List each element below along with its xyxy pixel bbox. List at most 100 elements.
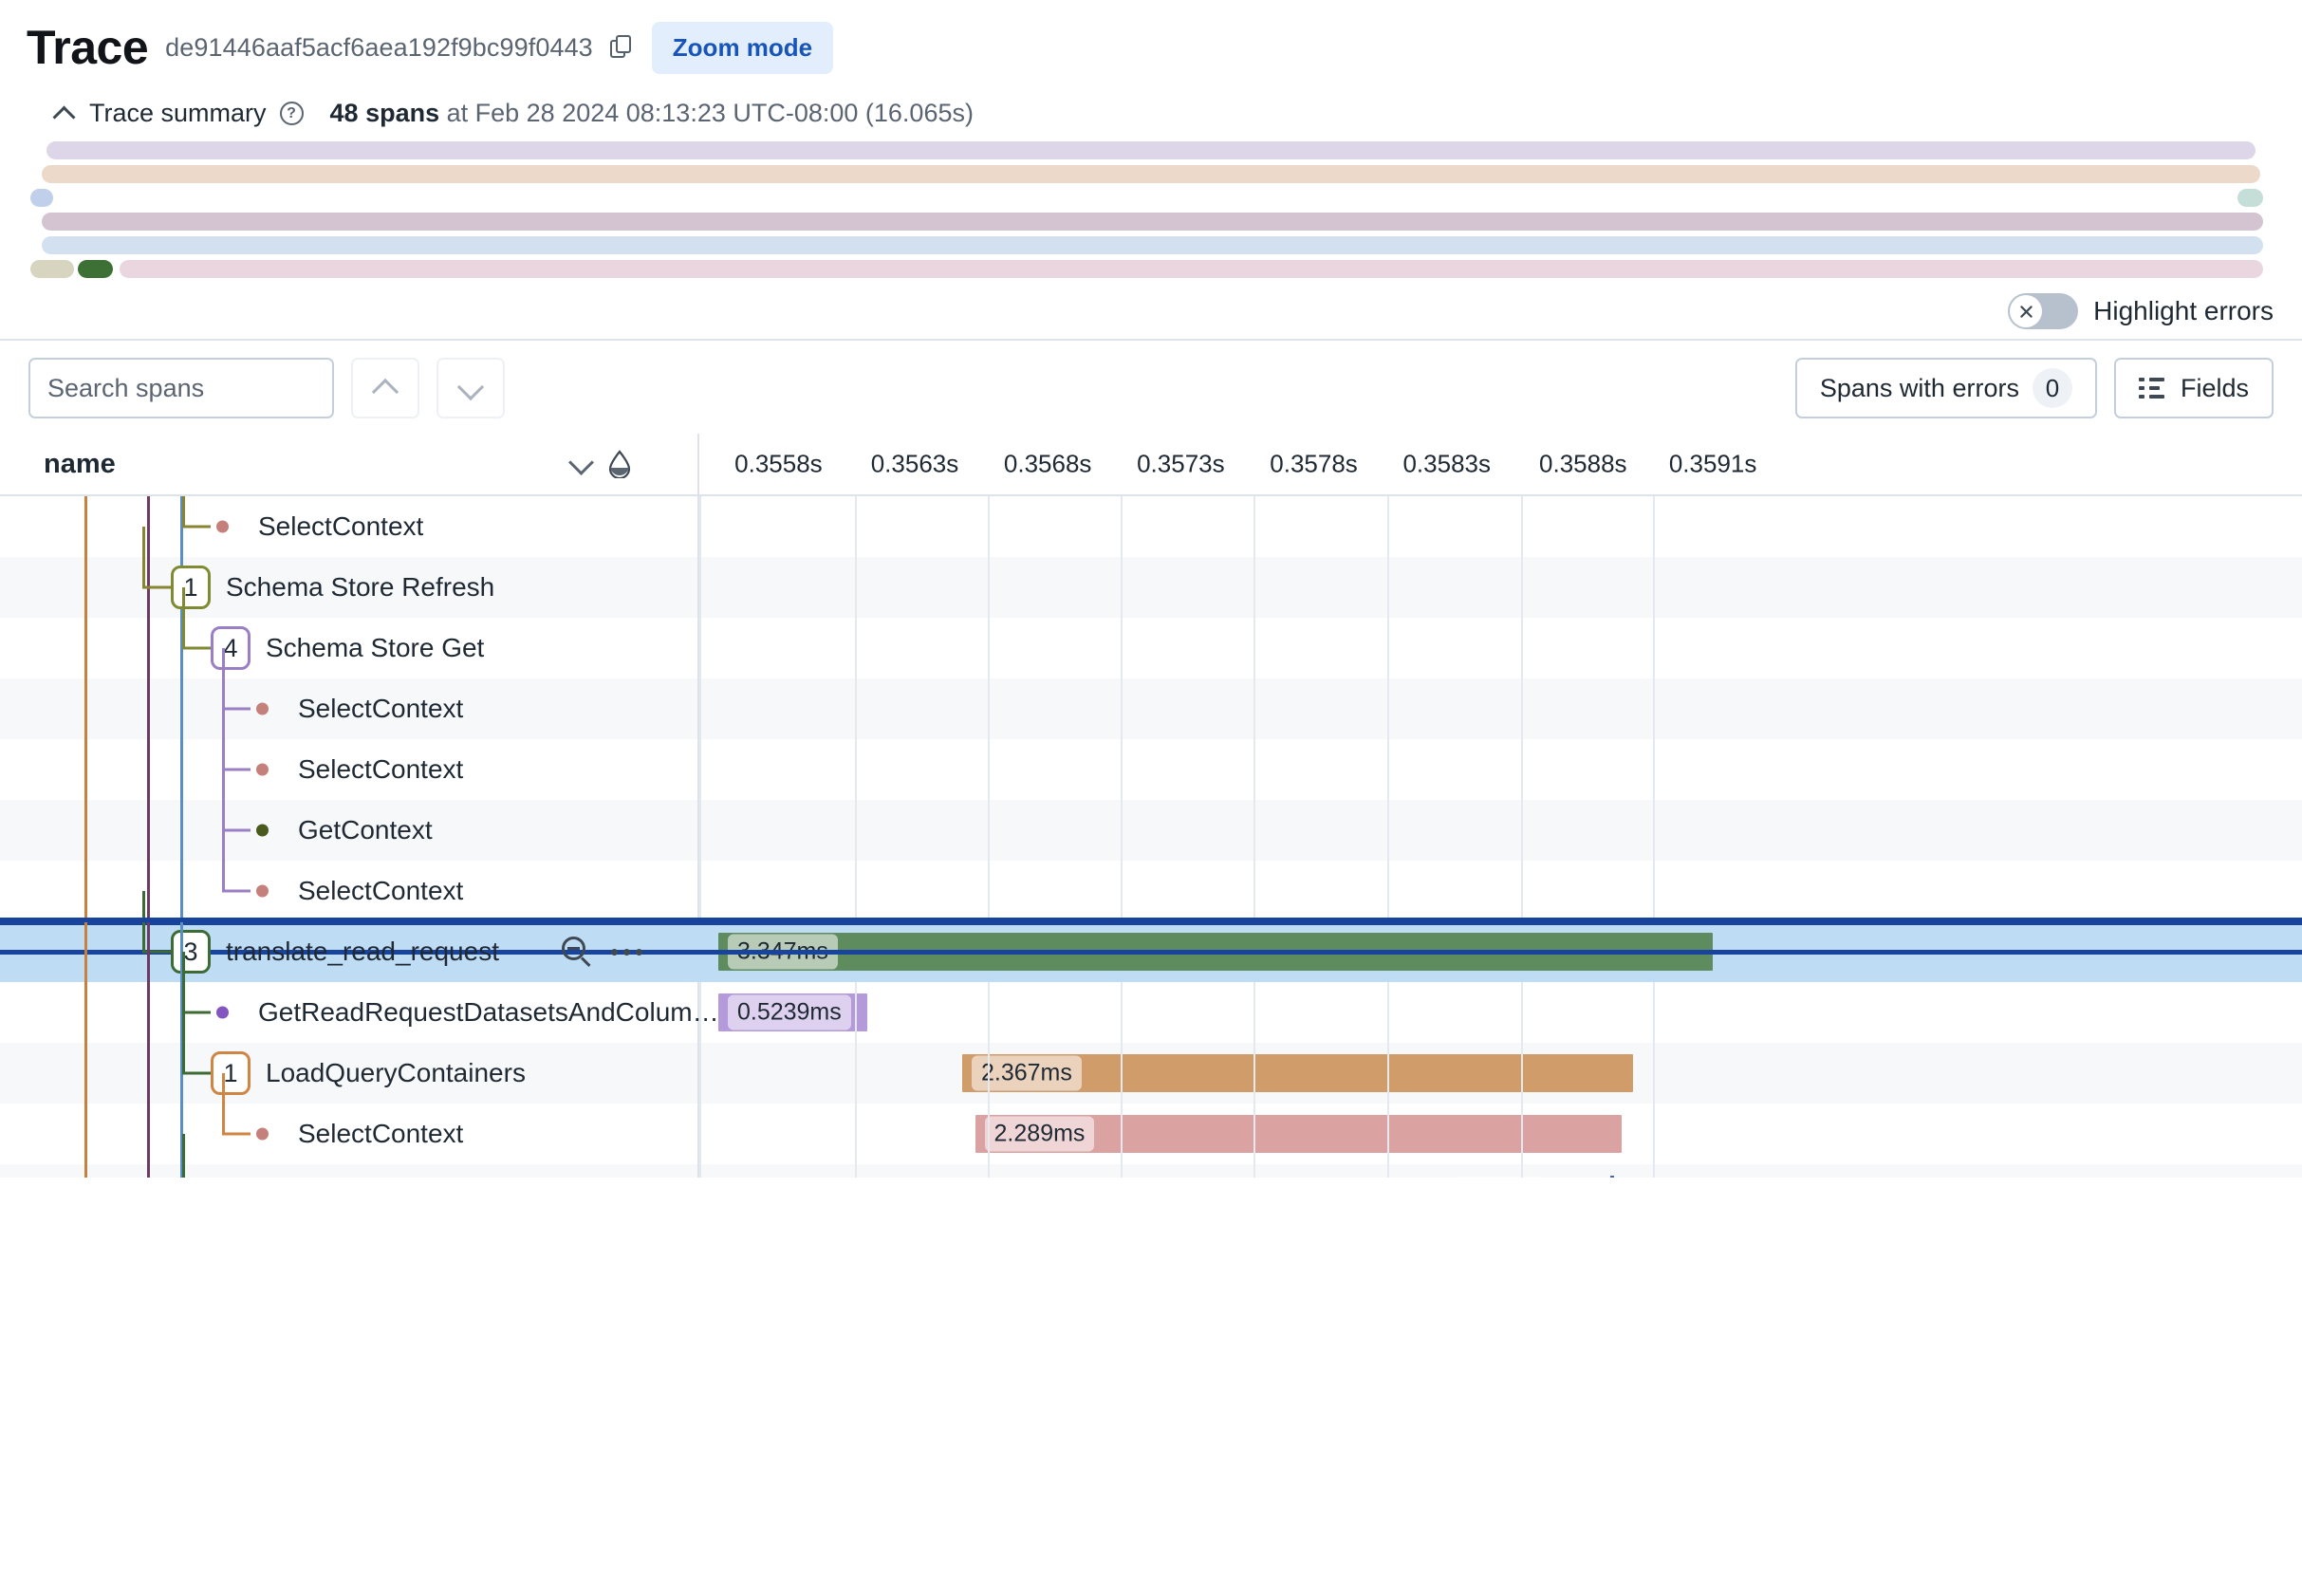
spans-with-errors-button[interactable]: Spans with errors 0: [1794, 358, 2097, 418]
tree-stem: [222, 1073, 225, 1134]
tree-stem: [222, 770, 225, 830]
chevron-up-icon[interactable]: [55, 107, 76, 120]
trace-minimap[interactable]: [0, 141, 2302, 284]
trace-title-row: Trace de91446aaf5acf6aea192f9bc99f0443 Z…: [27, 17, 2275, 78]
span-name-cell[interactable]: SelectContext: [0, 648, 697, 739]
trace-timestamp: at Feb 28 2024 08:13:23 UTC-08:00 (16.06…: [439, 99, 974, 127]
more-options-icon[interactable]: [611, 948, 643, 956]
search-prev-button[interactable]: [351, 358, 419, 418]
minimap-bar[interactable]: [120, 260, 2263, 278]
droplet-half-icon[interactable]: [607, 450, 632, 478]
trace-summary-meta: 48 spans at Feb 28 2024 08:13:23 UTC-08:…: [330, 99, 974, 128]
span-name-label: translate_read_request: [226, 937, 499, 966]
search-next-button[interactable]: [436, 358, 505, 418]
chevron-down-icon: [458, 380, 483, 396]
tree-connector: [222, 1132, 251, 1136]
span-name-cell[interactable]: GetContext: [0, 770, 697, 861]
minimap-bar[interactable]: [78, 260, 113, 278]
tree-connector: [182, 1011, 211, 1014]
highlight-errors-toggle[interactable]: [2008, 293, 2079, 329]
spans-with-errors-label: Spans with errors: [1819, 373, 2019, 402]
timeline-gridline: [1386, 496, 1389, 1178]
minimap-bar[interactable]: [2237, 189, 2263, 207]
span-name-cell[interactable]: addJoinedColumns: [0, 1134, 697, 1178]
span-table-body[interactable]: SelectContext 1 Schema Store Refresh 4 Schem…: [0, 496, 2302, 1178]
tree-stem: [222, 830, 225, 891]
span-name-cell[interactable]: 4 Schema Store Get: [0, 587, 697, 678]
minimap-bar[interactable]: [29, 189, 53, 207]
highlight-errors-label: Highlight errors: [2093, 296, 2274, 325]
child-count-chip[interactable]: 4: [211, 626, 251, 670]
chevron-up-icon: [373, 380, 398, 396]
trace-summary-label: Trace summary: [89, 99, 267, 127]
timeline-tick-label: 0.3578s: [1270, 449, 1358, 478]
span-name-label: GetReadRequestDatasetsAndColum…: [258, 997, 719, 1027]
close-x-glyph: [2019, 305, 2033, 318]
timeline-tick-label: 0.3563s: [870, 449, 959, 478]
tree-connector: [222, 828, 251, 832]
bottom-fade: [697, 1533, 2302, 1596]
child-count-chip[interactable]: 3: [171, 930, 211, 974]
timeline-tick-label: 0.3583s: [1402, 449, 1491, 478]
timeline-tick-label: 0.3568s: [1003, 449, 1092, 478]
tree-stem: [182, 1012, 185, 1073]
span-name-cell[interactable]: 3 translate_read_request: [0, 891, 697, 982]
tree-stem: [222, 648, 225, 709]
span-name-label: SelectContext: [258, 511, 424, 541]
child-count-chip[interactable]: 1: [211, 1051, 251, 1095]
span-row-actions: [562, 937, 643, 968]
trace-summary-row[interactable]: Trace summary ? 48 spans at Feb 28 2024 …: [27, 99, 2275, 128]
span-name-cell[interactable]: SelectContext: [0, 709, 697, 800]
tree-stem: [182, 1134, 185, 1178]
span-dot: [256, 824, 269, 837]
span-name-cell[interactable]: SelectContext: [0, 1073, 697, 1164]
span-name-label: LoadQueryContainers: [266, 1058, 526, 1087]
tree-connector: [182, 1071, 211, 1075]
minimap-bar[interactable]: [46, 141, 2256, 159]
column-header-name: name: [44, 448, 116, 479]
chevron-down-icon[interactable]: [569, 457, 592, 471]
minimap-bar[interactable]: [41, 165, 2261, 183]
tree-connector: [182, 525, 211, 529]
fields-label: Fields: [2180, 373, 2249, 402]
tree-stem: [182, 587, 185, 648]
minimap-bar[interactable]: [41, 236, 2263, 254]
timeline-lane: [697, 496, 2302, 1178]
list-fields-icon: [2138, 378, 2167, 399]
span-timeline-cell[interactable]: 3.347ms: [697, 921, 2302, 982]
span-name-label: Schema Store Refresh: [226, 572, 495, 602]
tree-connector: [222, 889, 251, 893]
copy-icon[interactable]: [609, 35, 635, 60]
span-dot: [256, 1127, 269, 1141]
span-table-header: name 0.3558s 0.3563s 0.3568s 0.3573s 0.3578s…: [0, 434, 2302, 496]
span-dot: [256, 763, 269, 776]
question-mark-icon[interactable]: ?: [279, 102, 304, 125]
span-name-label: Schema Store Get: [266, 633, 485, 662]
minimap-bar[interactable]: [41, 213, 2263, 231]
fields-button[interactable]: Fields: [2113, 358, 2274, 418]
span-name-cell[interactable]: GetReadRequestDatasetsAndColum…: [0, 952, 719, 1043]
timeline-gridline: [854, 496, 857, 1178]
tree-connector: [182, 646, 211, 650]
name-column-tools: [569, 434, 697, 494]
zoom-mode-button[interactable]: Zoom mode: [651, 21, 834, 74]
tree-stem: [182, 496, 185, 527]
span-name-cell[interactable]: SelectContext: [0, 830, 697, 921]
span-dot: [256, 884, 269, 898]
table-row[interactable]: 3 translate_read_request 3.347ms: [0, 891, 2302, 982]
tree-connector: [222, 768, 251, 771]
search-input[interactable]: [28, 358, 334, 418]
highlight-errors-row: Highlight errors: [0, 284, 2302, 339]
span-duration-bar[interactable]: [717, 933, 1714, 971]
tree-connector: [142, 585, 171, 589]
span-name-cell[interactable]: SelectContext: [0, 496, 697, 557]
tree-stem: [222, 709, 225, 770]
timeline-gridline: [1521, 496, 1524, 1178]
timeline-gridline: [988, 496, 991, 1178]
zoom-out-icon[interactable]: [562, 937, 592, 968]
timeline-gridline: [1121, 496, 1123, 1178]
span-name-cell[interactable]: 1 Schema Store Refresh: [0, 527, 697, 618]
minimap-bar[interactable]: [29, 260, 74, 278]
span-name-cell[interactable]: 1 LoadQueryContainers: [0, 1012, 697, 1104]
child-count-chip[interactable]: 1: [171, 566, 211, 609]
